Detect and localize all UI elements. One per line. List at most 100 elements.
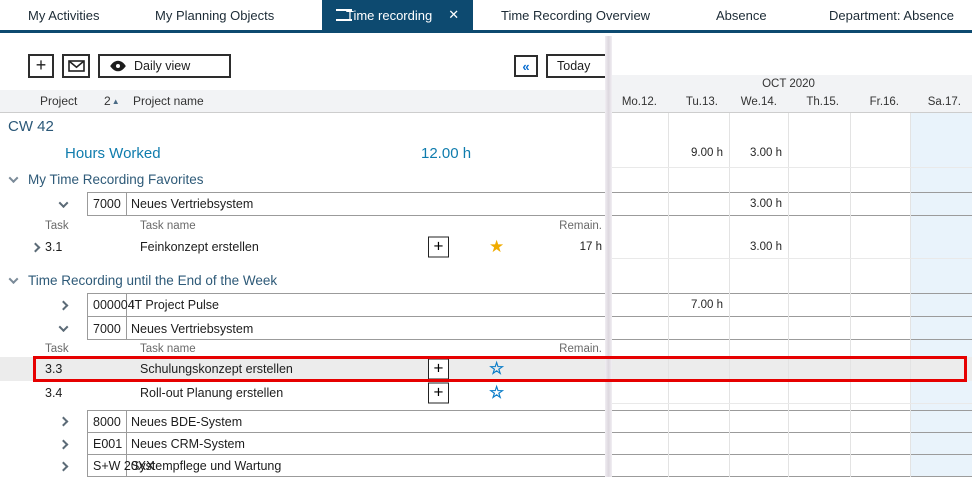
hours-cell-we[interactable]: 3.00 h	[729, 139, 786, 167]
day-header-tu[interactable]: Tu.13.	[668, 96, 729, 108]
add-time-entry-button[interactable]: +	[428, 359, 449, 380]
day-header-we[interactable]: We.14.	[729, 96, 788, 108]
column-divider	[126, 317, 127, 339]
collapse-section-icon[interactable]	[9, 274, 19, 284]
calendar-header: OCT 2020 Mo.12. Tu.13. We.14. Th.15. Fr.…	[605, 75, 972, 113]
chevron-left-icon: «	[522, 59, 529, 74]
tab-department-absence[interactable]: Department: Absence	[829, 0, 954, 30]
grid-row-line	[612, 167, 972, 168]
column-task-name: Task name	[140, 340, 196, 357]
plus-icon: +	[36, 56, 47, 74]
table-header: Project 2▲ Project name	[0, 90, 605, 113]
week-row: CW 42	[0, 113, 972, 139]
task-header-row: Task Task name Remain.	[0, 216, 972, 236]
add-time-entry-button[interactable]: +	[428, 382, 449, 403]
previous-period-button[interactable]: «	[514, 55, 538, 77]
task-row-3-3-selected[interactable]: 3.3 Schulungskonzept erstellen + ☆	[0, 357, 972, 381]
expand-task-icon[interactable]	[31, 242, 41, 252]
day-header-mo[interactable]: Mo.12.	[612, 96, 668, 108]
project-row-sw20xx[interactable]: S+W 20XX Systempflege und Wartung	[0, 455, 972, 477]
sort-indicator[interactable]: 2▲	[104, 90, 120, 112]
pane-splitter[interactable]	[605, 36, 612, 477]
tab-label: My Planning Objects	[155, 8, 274, 23]
plus-icon: +	[434, 238, 444, 255]
column-remaining: Remain.	[559, 216, 602, 236]
column-project[interactable]: Project	[40, 90, 77, 112]
task-row-3-1[interactable]: 3.1 Feinkonzept erstellen + ★ 17 h 3.00 …	[0, 236, 972, 258]
plus-icon: +	[434, 383, 444, 400]
close-icon[interactable]: ✕	[448, 7, 459, 23]
project-name: Systempflege und Wartung	[131, 455, 281, 477]
column-project-name[interactable]: Project name	[133, 90, 204, 112]
remaining-hours: 17 h	[580, 236, 602, 258]
grid-row-line	[612, 403, 972, 404]
column-divider	[126, 411, 127, 432]
hours-cell-tu[interactable]: 7.00 h	[668, 293, 727, 317]
task-name: Roll-out Planung erstellen	[140, 381, 283, 404]
month-label: OCT 2020	[605, 78, 972, 90]
total-hours-value: 12.00 h	[421, 139, 471, 167]
create-button[interactable]: +	[28, 54, 54, 78]
column-divider	[126, 193, 127, 215]
hours-cell-we[interactable]: 3.00 h	[729, 236, 786, 258]
day-header-fr[interactable]: Fr.16.	[850, 96, 910, 108]
collapse-project-icon[interactable]	[59, 198, 69, 208]
favorite-star-icon[interactable]: ★	[489, 236, 504, 258]
project-row-000004[interactable]: 000004 IT Project Pulse 7.00 h	[0, 293, 972, 317]
grid-row-line	[612, 258, 972, 259]
task-row-3-4[interactable]: 3.4 Roll-out Planung erstellen + ☆	[0, 381, 972, 404]
project-row-e001[interactable]: E001 Neues CRM-System	[0, 433, 972, 455]
hours-cell-we[interactable]: 3.00 h	[729, 192, 786, 216]
week-label: CW 42	[8, 113, 54, 139]
project-row-7000-favorites[interactable]: 7000 Neues Vertriebsystem 3.00 h	[0, 192, 972, 216]
favorite-star-outline-icon[interactable]: ☆	[489, 357, 504, 381]
project-code: E001	[93, 433, 122, 455]
project-row-box	[87, 293, 972, 317]
project-code: 8000	[93, 410, 121, 433]
daily-view-label: Daily view	[134, 59, 190, 73]
mail-button[interactable]	[62, 54, 90, 78]
eye-icon	[109, 60, 127, 72]
collapse-project-icon[interactable]	[59, 322, 69, 332]
project-row-8000[interactable]: 8000 Neues BDE-System	[0, 410, 972, 433]
section-title: My Time Recording Favorites	[28, 167, 204, 192]
hours-cell-tu[interactable]: 9.00 h	[668, 139, 727, 167]
add-time-entry-button[interactable]: +	[428, 237, 449, 258]
tab-time-recording-overview[interactable]: Time Recording Overview	[501, 0, 650, 30]
tab-absence[interactable]: Absence	[716, 0, 767, 30]
expand-project-icon[interactable]	[59, 461, 69, 471]
favorite-star-outline-icon[interactable]: ☆	[489, 381, 504, 404]
today-button[interactable]: Today	[546, 54, 607, 78]
hours-worked-label: Hours Worked	[65, 139, 161, 167]
expand-project-icon[interactable]	[59, 417, 69, 427]
expand-project-icon[interactable]	[59, 439, 69, 449]
collapse-section-icon[interactable]	[9, 173, 19, 183]
envelope-icon	[68, 60, 85, 72]
section-title: Time Recording until the End of the Week	[28, 268, 277, 293]
tab-label: Time Recording Overview	[501, 8, 650, 23]
project-name: Neues Vertriebsystem	[131, 192, 253, 216]
daily-view-button[interactable]: Daily view	[98, 54, 231, 78]
tab-time-recording[interactable]: Time recording ✕	[322, 0, 473, 30]
task-id: 3.3	[45, 357, 62, 381]
favorites-section-header[interactable]: My Time Recording Favorites	[0, 167, 972, 192]
sort-ascending-icon: ▲	[112, 97, 120, 106]
today-label: Today	[557, 59, 590, 73]
expand-project-icon[interactable]	[59, 300, 69, 310]
tab-label: Time recording	[346, 8, 432, 23]
tab-my-activities[interactable]: My Activities	[28, 0, 100, 30]
day-header-th[interactable]: Th.15.	[788, 96, 850, 108]
plus-icon: +	[434, 360, 444, 377]
project-name: Neues CRM-System	[131, 433, 245, 455]
project-name: Neues Vertriebsystem	[131, 317, 253, 340]
column-remaining: Remain.	[559, 340, 602, 357]
task-id: 3.1	[45, 236, 62, 258]
project-row-7000[interactable]: 7000 Neues Vertriebsystem	[0, 317, 972, 340]
hours-worked-row: Hours Worked 12.00 h 9.00 h 3.00 h	[0, 139, 972, 167]
task-name: Feinkonzept erstellen	[140, 236, 259, 258]
tab-my-planning-objects[interactable]: My Planning Objects	[155, 0, 274, 30]
week-section-header[interactable]: Time Recording until the End of the Week	[0, 268, 972, 293]
project-code: 7000	[93, 192, 121, 216]
day-header-sa[interactable]: Sa.17.	[910, 96, 972, 108]
task-header-row: Task Task name Remain.	[0, 340, 972, 357]
